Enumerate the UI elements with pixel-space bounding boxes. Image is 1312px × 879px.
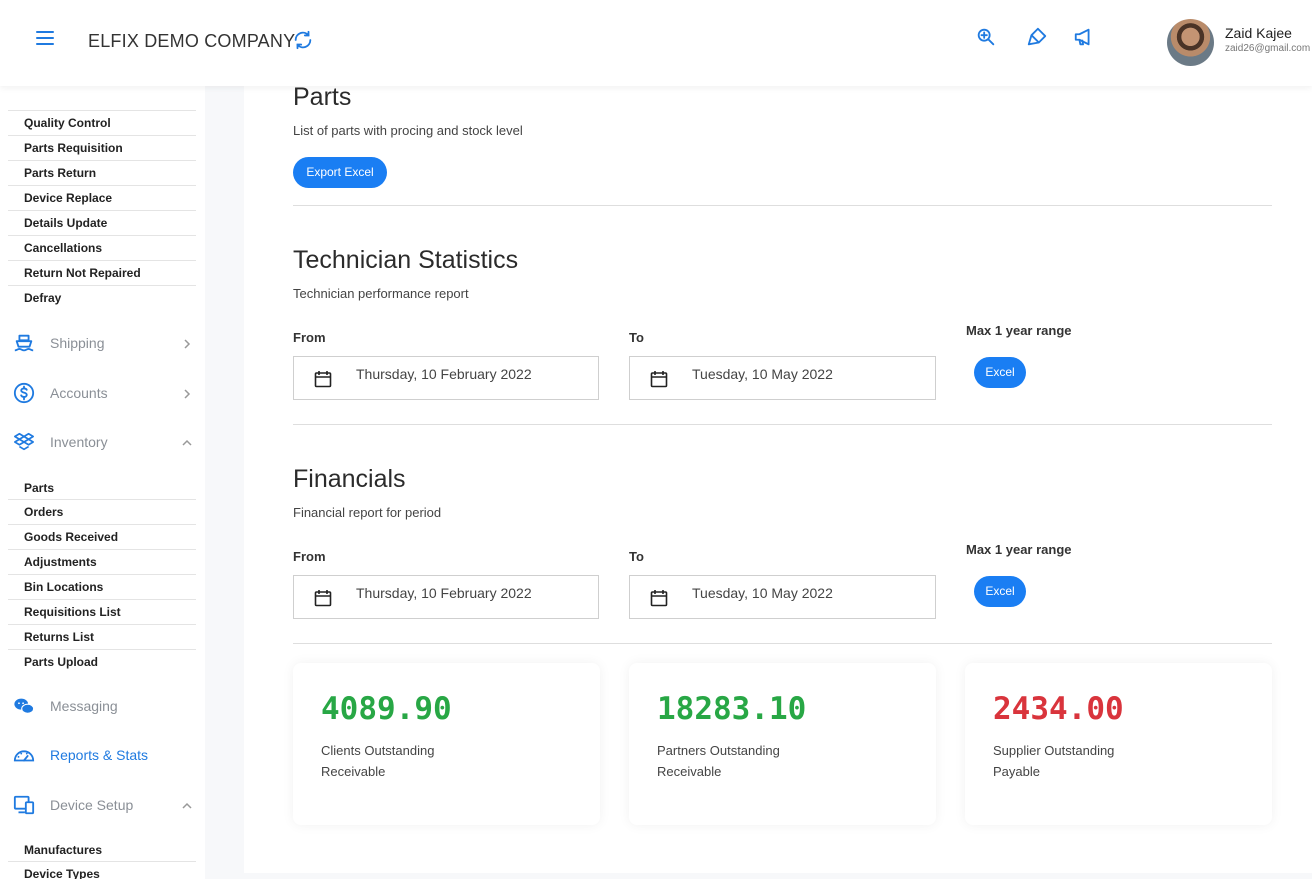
sidebar-menu-device-setup[interactable]: Device Setup <box>0 785 205 825</box>
calendar-icon <box>314 590 332 607</box>
sidebar-item-details-update[interactable]: Details Update <box>8 210 196 235</box>
partners-outstanding-sublabel: Receivable <box>657 764 722 779</box>
technician-to-date-value: Tuesday, 10 May 2022 <box>692 366 833 382</box>
sidebar-label-accounts: Accounts <box>50 385 108 401</box>
technician-to-date-input[interactable]: Tuesday, 10 May 2022 <box>629 356 936 400</box>
sidebar-item-parts[interactable]: Parts <box>8 476 196 501</box>
sidebar-label-messaging: Messaging <box>50 698 118 714</box>
sidebar-label-shipping: Shipping <box>50 335 105 351</box>
megaphone-icon[interactable] <box>1073 26 1095 48</box>
sidebar-item-returns-list[interactable]: Returns List <box>8 624 196 649</box>
sidebar-menu-accounts[interactable]: Accounts <box>0 373 205 413</box>
sidebar-item-orders[interactable]: Orders <box>8 499 196 524</box>
sidebar-menu-shipping[interactable]: Shipping <box>0 323 205 363</box>
top-bar: ELFIX DEMO COMPANY Zaid Kajee zaid26@gma… <box>0 0 1312 86</box>
financials-title: Financials <box>293 465 406 493</box>
sidebar-item-requisitions-list[interactable]: Requisitions List <box>8 599 196 624</box>
technician-from-label: From <box>293 330 326 345</box>
sidebar-item-parts-return[interactable]: Parts Return <box>8 160 196 185</box>
divider <box>293 205 1272 206</box>
sync-icon[interactable] <box>292 29 314 51</box>
devices-icon <box>13 795 35 815</box>
financials-to-label: To <box>629 549 644 564</box>
calendar-icon <box>650 590 668 607</box>
partners-outstanding-card: 18283.10 Partners Outstanding Receivable <box>629 663 936 825</box>
sidebar-menu-inventory[interactable]: Inventory <box>0 422 205 462</box>
user-name[interactable]: Zaid Kajee <box>1225 25 1292 41</box>
clients-outstanding-card: 4089.90 Clients Outstanding Receivable <box>293 663 600 825</box>
company-name: ELFIX DEMO COMPANY <box>88 31 296 51</box>
clients-outstanding-value: 4089.90 <box>321 691 452 727</box>
chevron-right-icon <box>184 389 191 399</box>
speedometer-icon <box>13 750 35 762</box>
parts-subtitle: List of parts with procing and stock lev… <box>293 123 523 138</box>
financials-from-date-input[interactable]: Thursday, 10 February 2022 <box>293 575 599 619</box>
sidebar-menu-messaging[interactable]: Messaging <box>0 686 205 726</box>
technician-from-date-value: Thursday, 10 February 2022 <box>356 366 532 382</box>
parts-title: Parts <box>293 83 352 111</box>
zoom-search-icon[interactable] <box>975 26 997 48</box>
sidebar-item-cancellations[interactable]: Cancellations <box>8 235 196 260</box>
financials-range-label: Max 1 year range <box>966 542 1072 557</box>
menu-icon[interactable] <box>36 31 54 47</box>
partners-outstanding-label: Partners Outstanding <box>657 743 780 758</box>
technician-subtitle: Technician performance report <box>293 286 469 301</box>
clients-outstanding-label: Clients Outstanding <box>321 743 435 758</box>
partners-outstanding-value: 18283.10 <box>657 691 807 727</box>
export-excel-button[interactable]: Export Excel <box>293 157 387 188</box>
user-avatar[interactable] <box>1167 19 1214 66</box>
dropbox-icon <box>14 432 34 451</box>
chevron-right-icon <box>184 339 191 349</box>
sidebar-item-defray[interactable]: Defray <box>8 285 196 310</box>
financials-from-label: From <box>293 549 326 564</box>
technician-from-date-input[interactable]: Thursday, 10 February 2022 <box>293 356 599 400</box>
dollar-circle-icon <box>13 382 35 404</box>
calendar-icon <box>314 371 332 388</box>
financials-from-date-value: Thursday, 10 February 2022 <box>356 585 532 601</box>
sidebar-item-goods-received[interactable]: Goods Received <box>8 524 196 549</box>
technician-range-label: Max 1 year range <box>966 323 1072 338</box>
main-content: Parts List of parts with procing and sto… <box>244 83 1312 873</box>
chevron-up-icon <box>182 802 192 809</box>
financials-to-date-input[interactable]: Tuesday, 10 May 2022 <box>629 575 936 619</box>
financials-subtitle: Financial report for period <box>293 505 442 520</box>
divider <box>293 643 1272 644</box>
supplier-outstanding-label: Supplier Outstanding <box>993 743 1115 758</box>
supplier-outstanding-sublabel: Payable <box>993 764 1040 779</box>
sidebar: Quality Control Parts Requisition Parts … <box>0 86 205 879</box>
sidebar-item-adjustments[interactable]: Adjustments <box>8 549 196 574</box>
user-email: zaid26@gmail.com <box>1225 43 1311 54</box>
brush-icon[interactable] <box>1026 26 1048 48</box>
sidebar-item-return-not-repaired[interactable]: Return Not Repaired <box>8 260 196 285</box>
sidebar-item-device-replace[interactable]: Device Replace <box>8 185 196 210</box>
sidebar-item-quality-control[interactable]: Quality Control <box>8 110 196 135</box>
sidebar-label-device-setup: Device Setup <box>50 797 134 813</box>
technician-excel-button[interactable]: Excel <box>974 357 1026 388</box>
ship-icon <box>14 334 34 352</box>
chat-bubbles-icon <box>14 698 35 714</box>
technician-title: Technician Statistics <box>293 246 519 274</box>
chevron-up-icon <box>182 439 192 446</box>
sidebar-item-manufactures[interactable]: Manufactures <box>8 838 196 863</box>
sidebar-item-bin-locations[interactable]: Bin Locations <box>8 574 196 599</box>
financials-to-date-value: Tuesday, 10 May 2022 <box>692 585 833 601</box>
sidebar-label-inventory: Inventory <box>50 434 108 450</box>
clients-outstanding-sublabel: Receivable <box>321 764 386 779</box>
supplier-outstanding-card: 2434.00 Supplier Outstanding Payable <box>965 663 1272 825</box>
sidebar-item-parts-upload[interactable]: Parts Upload <box>8 649 196 674</box>
supplier-outstanding-value: 2434.00 <box>993 691 1124 727</box>
sidebar-item-device-types[interactable]: Device Types <box>8 861 196 879</box>
sidebar-item-parts-requisition[interactable]: Parts Requisition <box>8 135 196 160</box>
sidebar-label-reports-stats: Reports & Stats <box>50 747 149 763</box>
calendar-icon <box>650 371 668 388</box>
divider <box>293 424 1272 425</box>
financials-excel-button[interactable]: Excel <box>974 576 1026 607</box>
technician-to-label: To <box>629 330 644 345</box>
sidebar-menu-reports-stats[interactable]: Reports & Stats <box>0 735 205 775</box>
